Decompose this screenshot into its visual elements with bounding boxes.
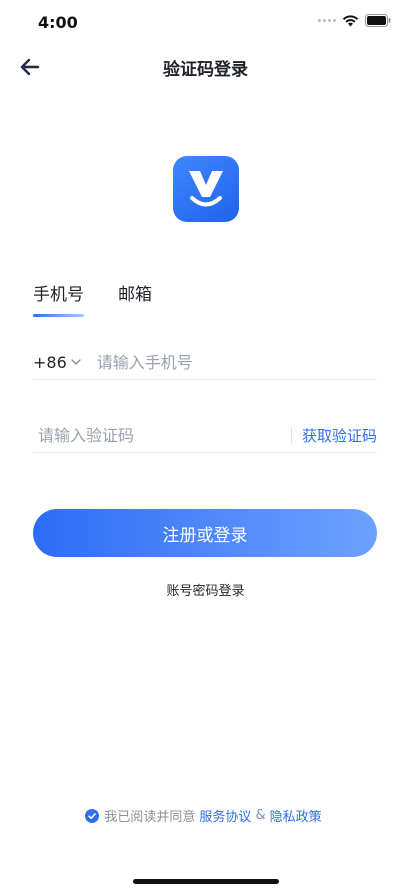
agreement-text: 我已阅读并同意 bbox=[104, 810, 196, 825]
page-title: 验证码登录 bbox=[163, 60, 248, 80]
app-logo-icon bbox=[173, 156, 239, 222]
status-bar: 4:00 bbox=[0, 0, 411, 44]
check-circle-icon[interactable] bbox=[85, 808, 100, 823]
tab-email[interactable]: 邮箱 bbox=[118, 280, 152, 310]
tab-phone[interactable]: 手机号 bbox=[33, 280, 84, 317]
verification-code-input[interactable] bbox=[33, 425, 291, 445]
battery-icon bbox=[365, 14, 391, 27]
status-icons bbox=[318, 14, 391, 27]
agreement-separator: & bbox=[255, 808, 266, 823]
privacy-policy-link[interactable]: 隐私政策 bbox=[270, 806, 322, 825]
phone-input[interactable] bbox=[96, 352, 377, 372]
divider bbox=[290, 427, 292, 443]
register-or-login-button[interactable]: 注册或登录 bbox=[33, 509, 377, 557]
country-code-selector[interactable]: +86 bbox=[33, 353, 81, 372]
phone-field-row: +86 bbox=[33, 345, 377, 380]
agreement-row: 我已阅读并同意 服务协议 & 隐私政策 bbox=[0, 806, 411, 825]
home-indicator bbox=[133, 879, 279, 884]
chevron-down-icon bbox=[71, 359, 81, 365]
logo-mark-icon bbox=[189, 171, 223, 207]
password-login-link[interactable]: 账号密码登录 bbox=[0, 580, 411, 599]
login-type-tabs: 手机号 邮箱 bbox=[33, 280, 152, 317]
service-agreement-link[interactable]: 服务协议 bbox=[199, 806, 251, 825]
nav-bar: 验证码登录 bbox=[0, 44, 411, 90]
signal-icon bbox=[318, 19, 336, 22]
get-code-button[interactable]: 获取验证码 bbox=[302, 425, 377, 446]
code-field-row: 获取验证码 bbox=[33, 418, 377, 453]
status-time: 4:00 bbox=[38, 13, 78, 32]
country-code-label: +86 bbox=[33, 352, 67, 372]
wifi-icon bbox=[342, 14, 359, 26]
